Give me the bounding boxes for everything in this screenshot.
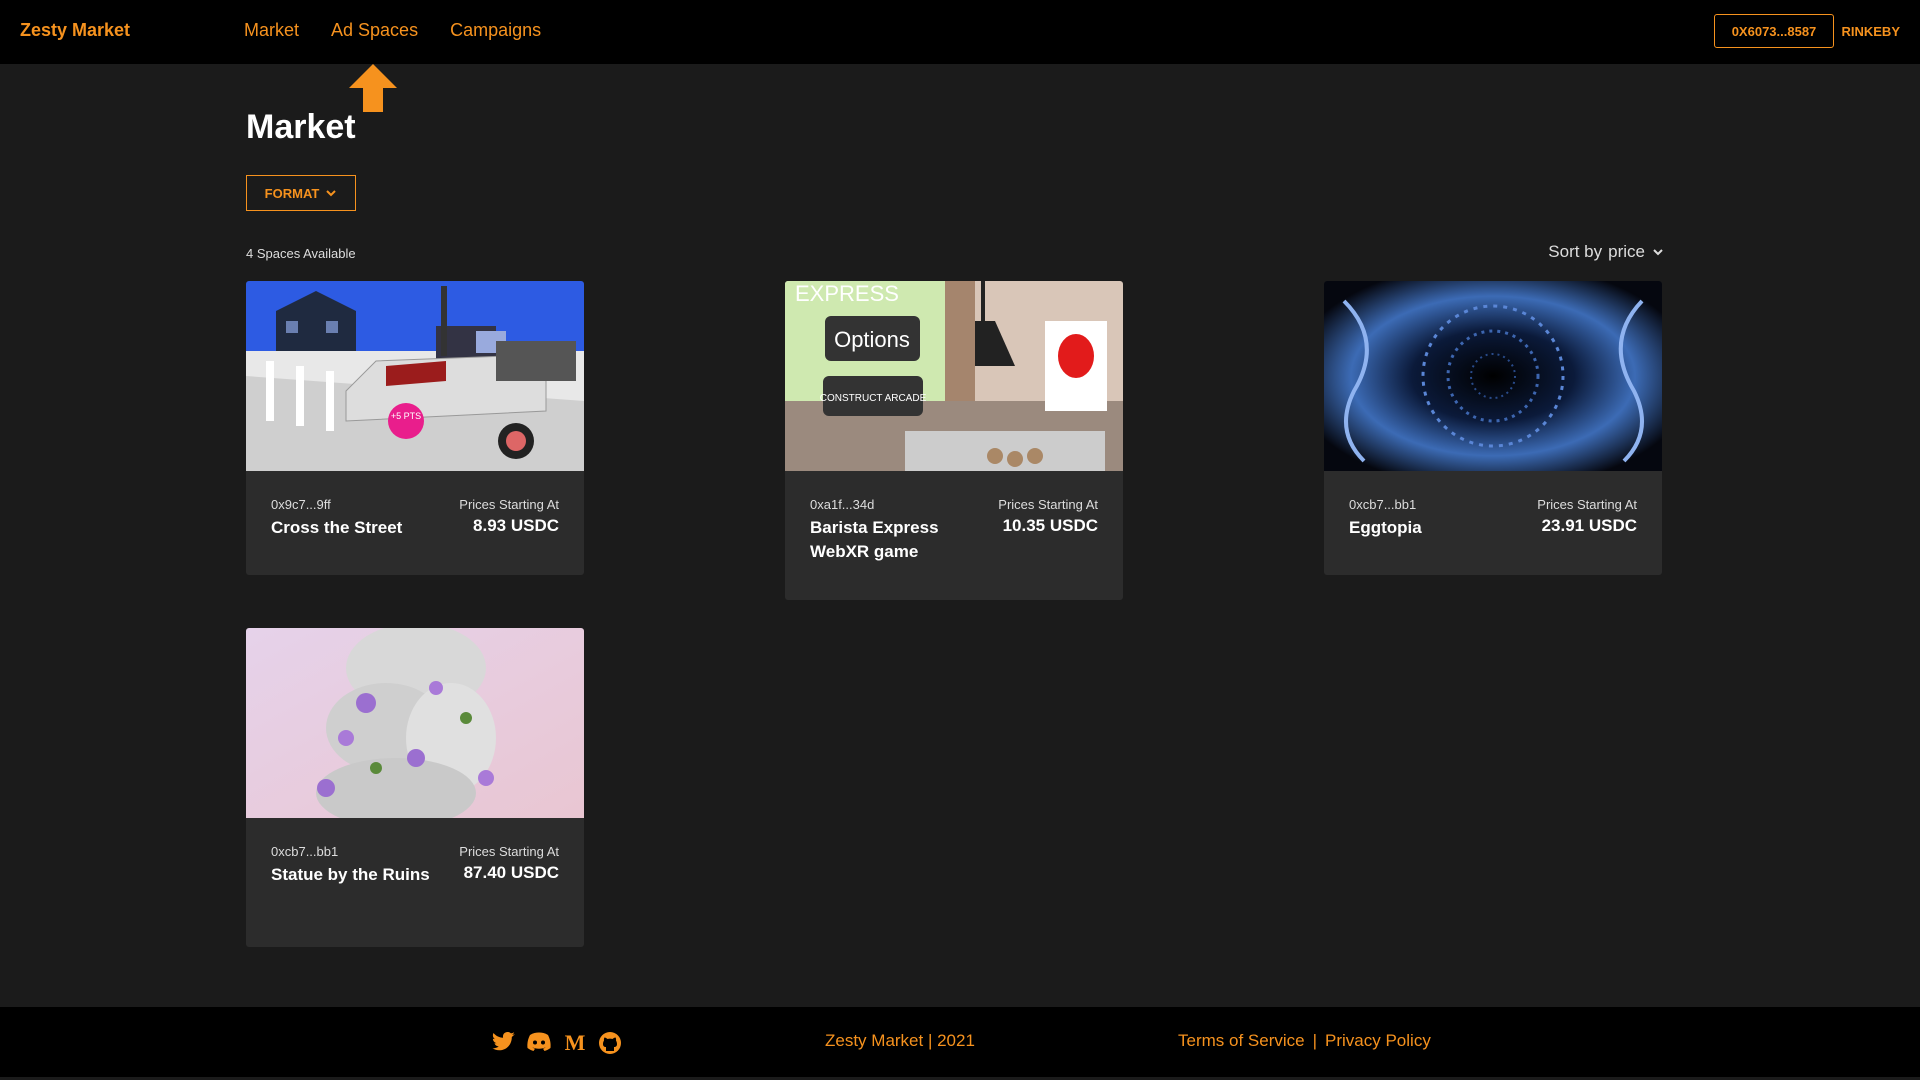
medium-icon[interactable]: M xyxy=(562,1030,588,1060)
page-title: Market xyxy=(246,108,356,146)
social-links: M xyxy=(492,1030,622,1060)
arcade-sign: CONSTRUCT ARCADE xyxy=(820,393,927,404)
points-badge-text: +5 PTS xyxy=(391,411,421,421)
thumbnail-image: +5 PTS xyxy=(246,281,584,471)
thumbnail-image xyxy=(246,628,584,818)
price-value: 8.93 USDC xyxy=(473,516,559,535)
card-info: 0xcb7...bb1 Eggtopia Prices Starting At … xyxy=(1324,471,1662,540)
footer: M Zesty Market | 2021 Terms of Service |… xyxy=(0,1007,1920,1077)
up-arrow-icon xyxy=(349,64,397,112)
nav-ad-spaces[interactable]: Ad Spaces xyxy=(331,20,418,41)
twitter-icon[interactable] xyxy=(492,1031,516,1060)
top-navbar: Zesty Market Market Ad Spaces Campaigns … xyxy=(0,0,1920,64)
ad-space-card[interactable]: 0xcb7...bb1 Eggtopia Prices Starting At … xyxy=(1324,281,1662,575)
ad-space-card[interactable]: +5 PTS 0x9c7...9ff Cross the Street Pric… xyxy=(246,281,584,575)
legal-links: Terms of Service | Privacy Policy xyxy=(1178,1031,1431,1051)
terms-link[interactable]: Terms of Service xyxy=(1178,1031,1305,1051)
thumbnail-image xyxy=(1324,281,1662,471)
brand-logo[interactable]: Zesty Market xyxy=(20,20,130,41)
card-info: 0xcb7...bb1 Statue by the Ruins Prices S… xyxy=(246,818,584,887)
price-value: 87.40 USDC xyxy=(463,863,559,882)
space-name: Eggtopia xyxy=(1349,518,1422,537)
svg-text:M: M xyxy=(565,1031,586,1053)
ad-space-card[interactable]: EXPRESS Options CONSTRUCT ARCADE 0xa1f..… xyxy=(785,281,1123,600)
price-label: Prices Starting At xyxy=(459,497,559,512)
owner-address: 0xa1f...34d xyxy=(810,497,875,512)
sort-control[interactable]: Sort by price xyxy=(1548,242,1665,262)
network-label: RINKEBY xyxy=(1841,24,1900,39)
express-sign: EXPRESS xyxy=(795,281,899,306)
format-label: FORMAT xyxy=(264,185,320,201)
space-name: Statue by the Ruins xyxy=(271,865,430,884)
format-dropdown-button[interactable]: FORMAT xyxy=(246,175,356,211)
chevron-down-icon xyxy=(1653,249,1663,256)
owner-address: 0xcb7...bb1 xyxy=(1349,497,1417,512)
chevron-down-icon xyxy=(326,190,337,197)
price-value: 23.91 USDC xyxy=(1541,516,1637,535)
discord-icon[interactable] xyxy=(526,1031,552,1060)
privacy-link[interactable]: Privacy Policy xyxy=(1325,1031,1431,1051)
spaces-count: 4 Spaces Available xyxy=(246,246,356,261)
space-name: Cross the Street xyxy=(271,518,403,537)
sort-value[interactable]: price xyxy=(1608,242,1645,262)
main-nav: Market Ad Spaces Campaigns xyxy=(244,20,541,41)
legal-separator: | xyxy=(1312,1031,1318,1050)
card-info: 0xa1f...34d Barista Express WebXR game P… xyxy=(785,471,1123,564)
owner-address: 0x9c7...9ff xyxy=(271,497,331,512)
github-icon[interactable] xyxy=(598,1031,622,1060)
space-name: Barista Express WebXR game xyxy=(810,518,939,561)
thumbnail-image: EXPRESS Options CONSTRUCT ARCADE xyxy=(785,281,1123,471)
wallet-address-button[interactable]: 0X6073...8587 xyxy=(1714,14,1834,48)
price-label: Prices Starting At xyxy=(998,497,1098,512)
price-value: 10.35 USDC xyxy=(1002,516,1098,535)
options-sign: Options xyxy=(834,327,910,352)
sort-label: Sort by xyxy=(1548,242,1603,261)
ad-space-card[interactable]: 0xcb7...bb1 Statue by the Ruins Prices S… xyxy=(246,628,584,947)
nav-market[interactable]: Market xyxy=(244,20,299,41)
nav-campaigns[interactable]: Campaigns xyxy=(450,20,541,41)
owner-address: 0xcb7...bb1 xyxy=(271,844,339,859)
price-label: Prices Starting At xyxy=(1537,497,1637,512)
copyright-text: Zesty Market | 2021 xyxy=(825,1031,975,1050)
price-label: Prices Starting At xyxy=(459,844,559,859)
card-info: 0x9c7...9ff Cross the Street Prices Star… xyxy=(246,471,584,540)
